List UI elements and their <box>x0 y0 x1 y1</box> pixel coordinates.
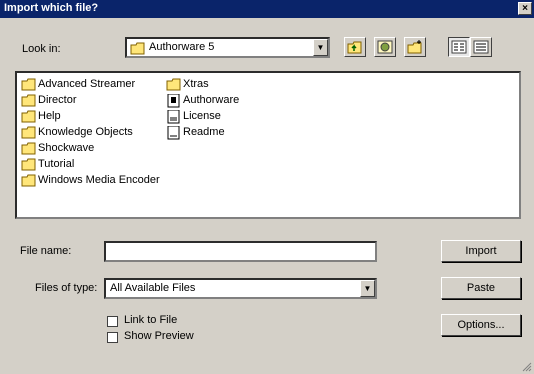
list-item-label: Authorware <box>183 94 240 106</box>
desktop-button[interactable] <box>374 37 396 57</box>
list-item-label: Readme <box>183 126 225 138</box>
show-preview-checkbox[interactable] <box>107 332 118 343</box>
folder-icon <box>21 126 36 139</box>
chevron-down-icon[interactable]: ▼ <box>313 39 328 56</box>
up-folder-icon <box>347 41 362 54</box>
chevron-down-icon[interactable]: ▼ <box>360 280 375 297</box>
up-folder-button[interactable] <box>344 37 366 57</box>
folder-icon <box>21 78 36 91</box>
list-item-label: Knowledge Objects <box>38 126 133 138</box>
application-icon <box>167 94 180 108</box>
lookin-value: Authorware 5 <box>149 41 215 53</box>
list-item-label: Xtras <box>183 78 209 90</box>
paste-button[interactable]: Paste <box>441 277 521 299</box>
list-view-icon <box>451 40 467 54</box>
filetype-value: All Available Files <box>110 282 196 294</box>
document-icon <box>167 110 180 124</box>
close-button[interactable]: × <box>518 2 532 15</box>
details-view-button[interactable] <box>470 37 492 57</box>
list-item-label: Tutorial <box>38 158 75 170</box>
filename-input[interactable] <box>104 241 377 262</box>
link-to-file-checkbox[interactable] <box>107 316 118 327</box>
show-preview-label: Show Preview <box>124 330 194 342</box>
desktop-icon <box>377 40 393 54</box>
folder-icon <box>130 42 145 55</box>
list-view-button[interactable] <box>448 37 470 57</box>
list-item-label: Windows Media Encoder <box>38 174 160 186</box>
filename-label: File name: <box>20 245 72 257</box>
folder-icon <box>21 110 36 123</box>
list-item-label: Help <box>38 110 61 122</box>
folder-icon <box>21 142 36 155</box>
list-item-label: Shockwave <box>38 142 95 154</box>
document-icon <box>167 126 180 140</box>
new-folder-icon <box>407 40 422 54</box>
list-item-label: Advanced Streamer <box>38 78 136 90</box>
lookin-label: Look in: <box>22 43 61 55</box>
folder-icon <box>21 94 36 107</box>
folder-icon <box>21 174 36 187</box>
folder-icon <box>166 78 181 91</box>
link-to-file-label: Link to File <box>124 314 178 326</box>
details-view-icon <box>473 40 489 54</box>
window-title: Import which file? <box>4 2 99 14</box>
lookin-dropdown[interactable]: Authorware 5 ▼ <box>125 37 330 58</box>
options-button[interactable]: Options... <box>441 314 521 336</box>
filetype-dropdown[interactable]: All Available Files ▼ <box>104 278 377 299</box>
list-item-label: License <box>183 110 221 122</box>
title-bar: Import which file? × <box>0 0 534 18</box>
new-folder-button[interactable] <box>404 37 426 57</box>
filetype-label: Files of type: <box>35 282 98 294</box>
resize-grip-icon[interactable] <box>522 362 532 372</box>
list-item-label: Director <box>38 94 77 106</box>
import-button[interactable]: Import <box>441 240 521 262</box>
folder-icon <box>21 158 36 171</box>
file-list[interactable]: Advanced Streamer Director Help Knowledg… <box>15 71 521 219</box>
